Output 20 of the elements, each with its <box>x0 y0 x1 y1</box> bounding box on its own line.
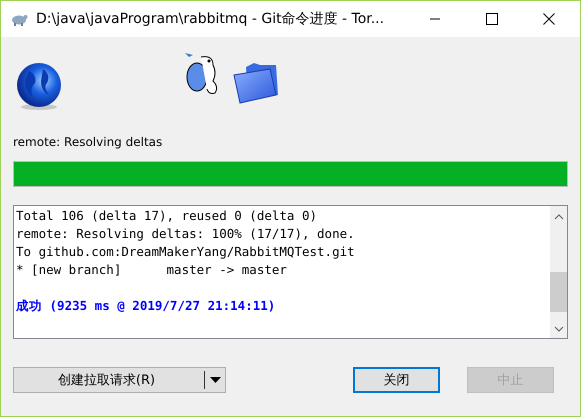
log-line: * [new branch] master -> master <box>16 261 288 279</box>
globe-icon <box>15 61 63 111</box>
create-pull-request-button[interactable]: 创建拉取请求(R) <box>13 367 226 393</box>
close-icon[interactable] <box>543 13 555 25</box>
log-line: Total 106 (delta 17), reused 0 (delta 0) <box>16 207 318 225</box>
scrollbar[interactable] <box>550 206 567 338</box>
scroll-down-icon[interactable] <box>554 326 564 332</box>
log-line: remote: Resolving deltas: 100% (17/17), done. <box>16 225 356 243</box>
turtle-icon <box>10 12 28 26</box>
create-pull-request-label[interactable]: 创建拉取请求(R) <box>14 371 199 389</box>
dialog-button[interactable]: 关闭 <box>353 367 440 393</box>
window-title: D:\java\javaProgram\rabbitmq - Git命令进度 - Tor... <box>36 10 386 28</box>
scroll-up-icon[interactable] <box>554 214 564 220</box>
dropdown-icon[interactable] <box>210 377 221 383</box>
status-text: remote: Resolving deltas <box>13 135 164 151</box>
log-line: 成功 (9235 ms @ 2019/7/27 21:14:11) <box>16 297 276 315</box>
folder-icon <box>232 61 280 105</box>
scroll-thumb[interactable] <box>550 272 567 312</box>
maximize-icon[interactable] <box>486 13 498 25</box>
log-line: To github.com:DreamMakerYang/RabbitMQTest.git <box>16 243 356 261</box>
